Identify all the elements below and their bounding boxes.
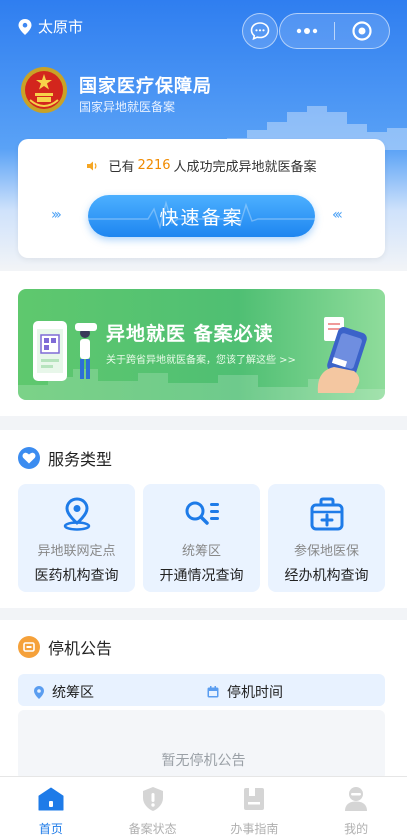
column-region-label: 统筹区 bbox=[52, 685, 94, 701]
more-button[interactable] bbox=[280, 14, 334, 48]
bottom-tabbar: 首页 备案状态 办事指南 我的 bbox=[0, 776, 407, 837]
tab-label: 办事指南 bbox=[230, 822, 279, 836]
service-line1: 统筹区 bbox=[181, 544, 221, 559]
tab-home[interactable]: 首页 bbox=[0, 777, 102, 837]
service-section: 服务类型 异地联网定点 医药机构查询 统筹区 开通情况查询 参保地医保 经办机构… bbox=[0, 430, 407, 608]
home-icon bbox=[38, 787, 64, 810]
tab-filing-status[interactable]: 备案状态 bbox=[102, 777, 204, 837]
national-emblem-logo bbox=[21, 67, 67, 113]
banner-title: 异地就医 备案必读 bbox=[106, 323, 274, 345]
calendar-icon bbox=[207, 686, 219, 698]
tab-label: 备案状态 bbox=[128, 822, 177, 836]
service-section-title: 服务类型 bbox=[48, 450, 113, 469]
column-time: 停机时间 bbox=[207, 682, 283, 702]
column-region: 统筹区 bbox=[34, 682, 94, 702]
quick-filing-button[interactable]: 快速备案 bbox=[88, 195, 315, 237]
service-line1: 异地联网定点 bbox=[37, 544, 116, 559]
tab-mine[interactable]: 我的 bbox=[305, 777, 407, 837]
location-selector[interactable]: 太原市 bbox=[18, 16, 83, 37]
service-section-header: 服务类型 bbox=[18, 446, 112, 470]
service-card-agency-lookup[interactable]: 参保地医保 经办机构查询 bbox=[268, 484, 385, 592]
location-pin-icon bbox=[34, 685, 44, 699]
filing-count: 2216 bbox=[137, 158, 171, 173]
service-line2: 医药机构查询 bbox=[34, 568, 119, 584]
target-close-icon bbox=[352, 21, 372, 41]
guide-book-icon bbox=[244, 787, 265, 810]
chat-icon bbox=[250, 22, 270, 41]
service-line2: 经办机构查询 bbox=[284, 568, 369, 584]
chat-button[interactable] bbox=[242, 13, 278, 49]
column-time-label: 停机时间 bbox=[227, 685, 283, 701]
service-line2: 开通情况查询 bbox=[159, 568, 244, 584]
outage-section-header: 停机公告 bbox=[18, 635, 112, 659]
quick-filing-label: 快速备案 bbox=[159, 206, 244, 229]
service-card-region-status[interactable]: 统筹区 开通情况查询 bbox=[143, 484, 260, 592]
right-arrows-icon: ‹‹‹ bbox=[332, 207, 343, 223]
more-dots-icon bbox=[296, 28, 318, 34]
service-line1: 参保地医保 bbox=[293, 544, 359, 559]
outage-table-header: 统筹区 停机时间 bbox=[18, 674, 385, 706]
close-miniprogram-button[interactable] bbox=[335, 14, 389, 48]
notice-prefix: 已有 bbox=[108, 160, 135, 175]
banner-section: 异地就医 备案必读 关于跨省异地就医备案，您该了解这些 >> bbox=[0, 271, 407, 416]
filing-notice: 已有 2216 人成功完成异地就医备案 bbox=[18, 156, 385, 175]
tab-label: 首页 bbox=[38, 822, 63, 836]
heart-shield-icon bbox=[18, 447, 40, 469]
location-pin-icon bbox=[63, 497, 90, 531]
org-title: 国家医疗保障局 bbox=[79, 76, 212, 97]
search-list-icon bbox=[185, 501, 219, 525]
announcement-icon bbox=[18, 636, 40, 658]
location-label: 太原市 bbox=[38, 18, 84, 36]
banner-subtitle: 关于跨省异地就医备案，您该了解这些 >> bbox=[106, 355, 296, 366]
speaker-icon bbox=[87, 161, 97, 170]
left-arrows-icon: ››› bbox=[51, 207, 62, 223]
service-card-designated-institutions[interactable]: 异地联网定点 医药机构查询 bbox=[18, 484, 135, 592]
medical-kit-icon bbox=[310, 497, 343, 531]
miniprogram-capsule bbox=[279, 13, 390, 49]
quick-filing-card: 已有 2216 人成功完成异地就医备案 ››› 快速备案 ‹‹‹ bbox=[18, 139, 385, 258]
outage-section: 停机公告 统筹区 停机时间 暂无停机公告 bbox=[0, 620, 407, 780]
notice-suffix: 人成功完成异地就医备案 bbox=[173, 160, 317, 175]
phone-qr-illustration bbox=[33, 321, 97, 381]
filing-guide-banner[interactable]: 异地就医 备案必读 关于跨省异地就医备案，您该了解这些 >> bbox=[18, 289, 385, 400]
tab-guide[interactable]: 办事指南 bbox=[204, 777, 306, 837]
outage-section-title: 停机公告 bbox=[48, 639, 113, 658]
user-icon bbox=[345, 786, 368, 811]
location-pin-icon bbox=[18, 18, 32, 35]
org-subtitle: 国家异地就医备案 bbox=[79, 100, 176, 114]
empty-state-text: 暂无停机公告 bbox=[161, 753, 246, 769]
hand-phone-illustration bbox=[317, 317, 367, 393]
tab-label: 我的 bbox=[344, 822, 369, 836]
shield-status-icon bbox=[142, 786, 163, 811]
